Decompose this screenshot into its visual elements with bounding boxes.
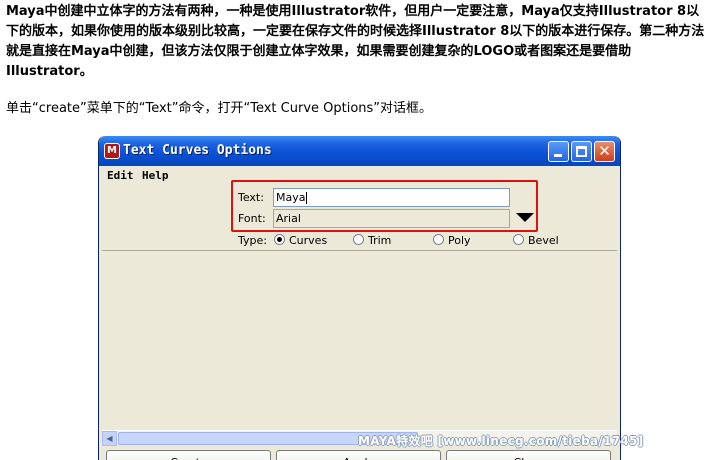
site-watermark: MAYA特效吧 [www.linecg.com/tieba/1745] xyxy=(358,434,644,448)
text-curves-options-window: M Text Curves Options ✕ Edit Help Text: … xyxy=(98,136,621,460)
maya-icon[interactable]: M xyxy=(104,143,120,159)
close-icon: ✕ xyxy=(598,142,611,160)
article-paragraph-instruction: 单击“create”菜单下的“Text”命令，打开“Text Curve Opt… xyxy=(6,101,433,116)
close-button[interactable]: Close xyxy=(446,450,611,460)
maximize-button[interactable] xyxy=(571,141,592,162)
close-window-button[interactable]: ✕ xyxy=(594,141,615,162)
radio-trim[interactable] xyxy=(353,234,364,245)
minimize-button[interactable] xyxy=(548,141,569,162)
radio-curves[interactable] xyxy=(274,234,285,245)
scroll-left-arrow-icon[interactable]: ◀ xyxy=(102,431,117,446)
radio-bevel[interactable] xyxy=(513,234,524,245)
create-button[interactable]: Create xyxy=(106,450,271,460)
options-panel: Text: Maya Font: Arial Type: Curves Trim… xyxy=(102,180,617,251)
triangle-down-icon[interactable] xyxy=(516,213,534,222)
apply-button[interactable]: Apply xyxy=(276,450,441,460)
text-caret xyxy=(306,192,308,204)
font-input-value: Arial xyxy=(276,212,301,225)
text-field-label: Text: xyxy=(238,191,264,204)
radio-poly[interactable] xyxy=(433,234,444,245)
radio-curves-label[interactable]: Curves xyxy=(289,234,327,247)
font-input[interactable]: Arial xyxy=(273,209,510,228)
maximize-icon xyxy=(576,146,587,157)
text-input[interactable]: Maya xyxy=(273,188,510,207)
options-body-area xyxy=(102,252,617,430)
radio-bevel-label[interactable]: Bevel xyxy=(528,234,559,247)
radio-trim-label[interactable]: Trim xyxy=(368,234,391,247)
font-field-label: Font: xyxy=(238,212,266,225)
radio-poly-label[interactable]: Poly xyxy=(448,234,471,247)
window-title: Text Curves Options xyxy=(123,143,272,158)
menu-help[interactable]: Help xyxy=(142,169,169,182)
type-label: Type: xyxy=(238,234,267,247)
minimize-icon xyxy=(554,154,562,157)
text-input-value: Maya xyxy=(276,191,306,204)
article-paragraph-bold: Maya中创建中立体字的方法有两种，一种是使用Illustrator软件，但用户… xyxy=(6,4,705,79)
menu-edit[interactable]: Edit xyxy=(107,169,134,182)
title-bar[interactable]: M Text Curves Options ✕ xyxy=(99,136,620,166)
